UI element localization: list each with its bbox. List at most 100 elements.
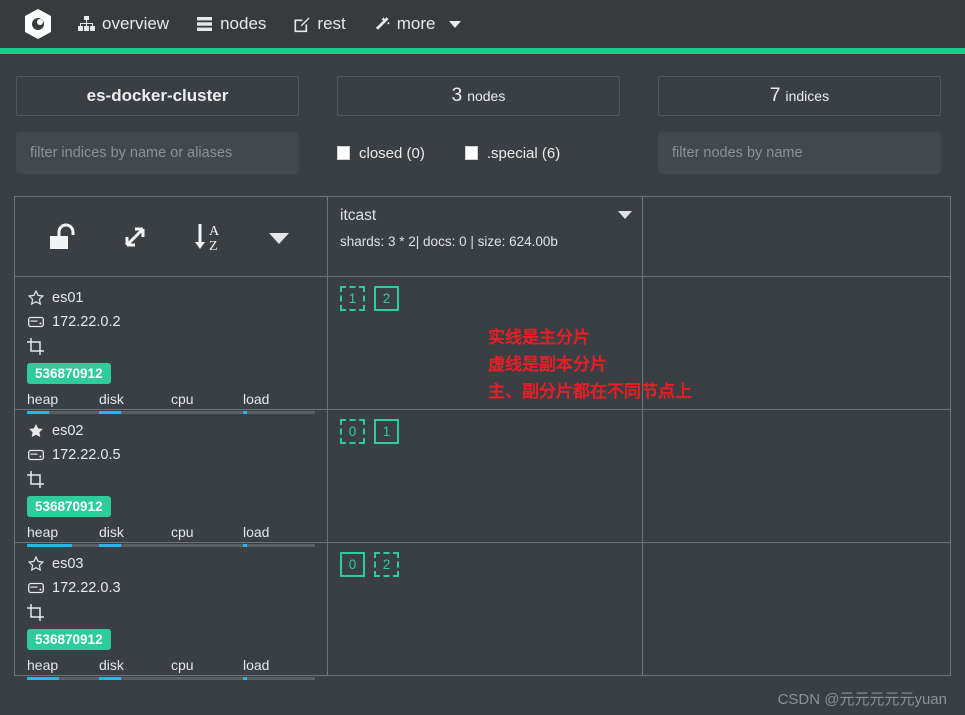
grid-toolbar-cell: A Z xyxy=(15,197,328,276)
index-menu-caret-icon[interactable] xyxy=(618,211,632,219)
metric-track xyxy=(27,677,99,680)
cluster-name-box[interactable]: es-docker-cluster xyxy=(16,76,299,116)
metric-label: heap xyxy=(27,391,59,407)
expand-button[interactable] xyxy=(99,206,171,267)
watermark-text: CSDN @元元元元元yuan xyxy=(777,691,947,708)
node-info-cell: es03 172.22.0.3 536870912 heap disk cpu … xyxy=(15,543,328,680)
hdd-icon xyxy=(27,580,44,597)
star-outline-icon xyxy=(27,556,44,573)
metric-cpu: cpu xyxy=(171,657,243,680)
node-tag-line xyxy=(27,600,315,624)
checkbox-box-icon[interactable] xyxy=(337,146,350,160)
chevron-down-icon xyxy=(269,232,289,244)
node-tag-line xyxy=(27,467,315,491)
grid-header-row: A Z itcast shards: 3 * 2| docs: 0 | size… xyxy=(15,197,950,277)
sort-az-button[interactable]: A Z xyxy=(171,206,243,267)
index-header-cell: itcast shards: 3 * 2| docs: 0 | size: 62… xyxy=(328,197,643,276)
star-filled-icon xyxy=(27,423,44,440)
star-outline-icon xyxy=(27,290,44,307)
metric-track xyxy=(171,677,243,680)
nav-item-more[interactable]: more xyxy=(359,8,474,40)
node-memory-badge: 536870912 xyxy=(27,363,111,384)
index-name[interactable]: itcast xyxy=(340,206,630,226)
filter-nodes-input[interactable] xyxy=(658,132,941,174)
node-ip: 172.22.0.2 xyxy=(52,314,121,330)
shard-box[interactable]: 0 xyxy=(340,419,365,444)
node-memory-badge: 536870912 xyxy=(27,496,111,517)
sitemap-icon xyxy=(77,15,95,33)
indices-count-box[interactable]: 7 indices xyxy=(658,76,941,116)
cerebro-logo-icon[interactable] xyxy=(18,4,58,44)
node-memory-badge: 536870912 xyxy=(27,629,111,650)
chevron-down-icon[interactable] xyxy=(448,20,461,28)
cluster-summary-row: es-docker-cluster 3 nodes 7 indices xyxy=(0,54,965,116)
nav-item-rest[interactable]: rest xyxy=(279,8,358,40)
filters-row: closed (0) .special (6) xyxy=(0,116,965,174)
node-tag-line xyxy=(27,334,315,358)
checkbox-special[interactable]: .special (6) xyxy=(464,144,561,162)
nodes-count-value: 3 xyxy=(451,85,463,106)
indices-count-value: 7 xyxy=(769,85,781,106)
table-row: es03 172.22.0.3 536870912 heap disk cpu … xyxy=(15,543,950,680)
crop-icon xyxy=(27,603,44,621)
options-caret-button[interactable] xyxy=(243,206,315,267)
metric-label: load xyxy=(243,657,270,673)
checkbox-label: .special (6) xyxy=(486,144,561,162)
shards-cell: 0 2 xyxy=(328,543,643,675)
unlock-icon xyxy=(50,223,75,249)
svg-text:Z: Z xyxy=(209,239,218,254)
metric-label: cpu xyxy=(171,524,194,540)
node-ip-line: 172.22.0.2 xyxy=(27,310,315,334)
hdd-icon xyxy=(27,447,44,464)
metric-disk: disk xyxy=(99,657,171,680)
node-name-line: es03 xyxy=(27,552,315,576)
nav-item-label: nodes xyxy=(220,14,267,33)
metric-label: disk xyxy=(99,657,124,673)
shard-box[interactable]: 0 xyxy=(340,552,365,577)
indices-count-label: indices xyxy=(785,88,830,104)
checkbox-closed[interactable]: closed (0) xyxy=(337,145,425,162)
node-ip-line: 172.22.0.5 xyxy=(27,443,315,467)
magic-wand-icon xyxy=(372,15,390,33)
node-name-line: es01 xyxy=(27,286,315,310)
sort-alpha-asc-icon: A Z xyxy=(195,223,220,254)
node-name-line: es02 xyxy=(27,419,315,443)
metric-heap: heap xyxy=(27,657,99,680)
toggle-lock-button[interactable] xyxy=(27,206,99,267)
crop-icon xyxy=(27,337,44,355)
nav-item-nodes[interactable]: nodes xyxy=(182,8,279,40)
node-ip: 172.22.0.5 xyxy=(52,447,121,463)
metric-label: heap xyxy=(27,657,59,673)
metric-load: load xyxy=(243,657,315,680)
metric-label: load xyxy=(243,391,270,407)
nav-item-label: overview xyxy=(102,14,170,33)
pencil-square-icon xyxy=(292,15,310,33)
index-meta: shards: 3 * 2| docs: 0 | size: 624.00b xyxy=(340,234,558,249)
node-name: es03 xyxy=(52,556,84,572)
metric-label: cpu xyxy=(171,391,194,407)
nodes-count-box[interactable]: 3 nodes xyxy=(337,76,620,116)
metric-label: disk xyxy=(99,524,124,540)
shard-box[interactable]: 2 xyxy=(374,286,399,311)
shard-box[interactable]: 2 xyxy=(374,552,399,577)
metric-label: disk xyxy=(99,391,124,407)
node-name: es01 xyxy=(52,290,84,306)
shard-box[interactable]: 1 xyxy=(374,419,399,444)
row-empty-cell xyxy=(643,543,950,675)
hdd-icon xyxy=(27,314,44,331)
crop-icon xyxy=(27,470,44,488)
server-stack-icon xyxy=(195,15,213,33)
node-info-cell: es01 172.22.0.2 536870912 heap disk cpu … xyxy=(15,277,328,414)
metric-label: cpu xyxy=(171,657,194,673)
nodes-count-label: nodes xyxy=(467,88,506,104)
nav-item-overview[interactable]: overview xyxy=(64,8,182,40)
metric-track xyxy=(99,677,171,680)
metric-label: load xyxy=(243,524,270,540)
filter-indices-input[interactable] xyxy=(16,132,299,174)
metric-track xyxy=(243,677,315,680)
row-empty-cell xyxy=(643,277,950,409)
shard-box[interactable]: 1 xyxy=(340,286,365,311)
checkbox-box-icon[interactable] xyxy=(464,146,478,160)
grid-header-empty-cell xyxy=(643,197,950,276)
table-row: es01 172.22.0.2 536870912 heap disk cpu … xyxy=(15,277,950,414)
